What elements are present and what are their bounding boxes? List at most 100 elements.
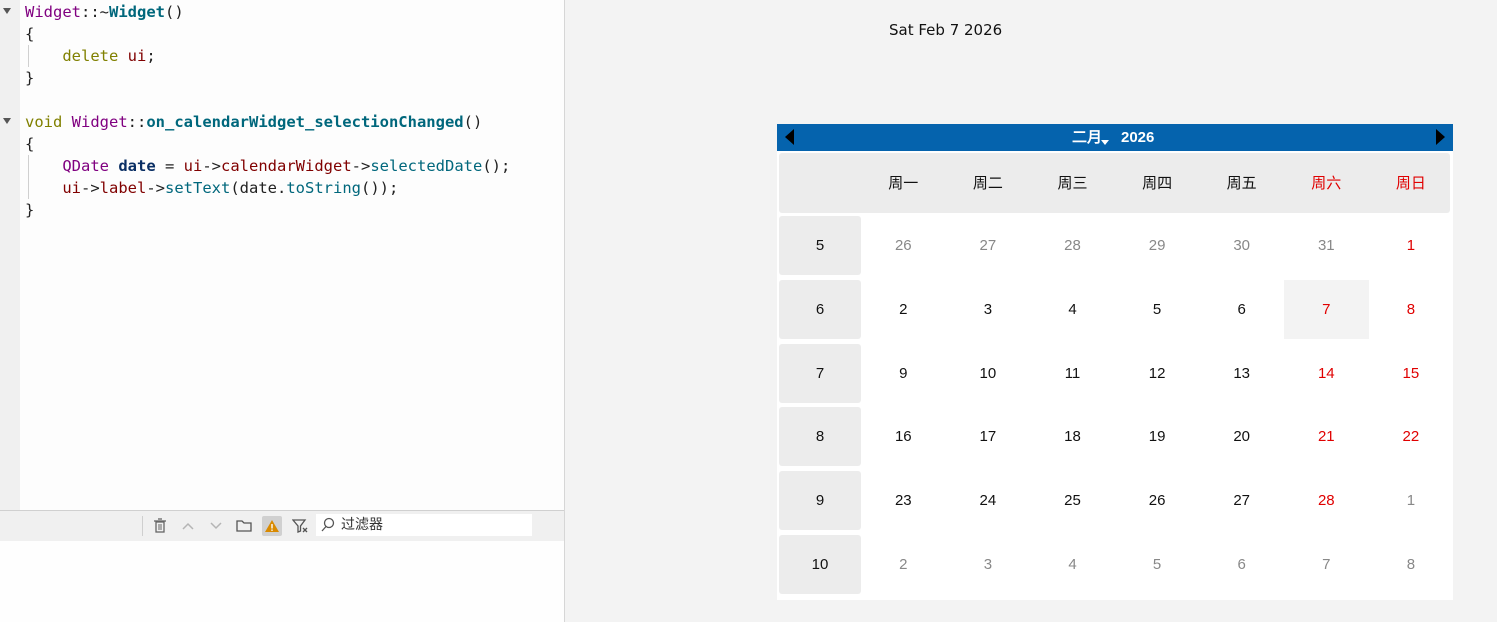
- filter-placeholder: 过滤器: [341, 517, 383, 533]
- calendar-day[interactable]: 17: [946, 407, 1031, 466]
- calendar-day[interactable]: 22: [1369, 407, 1454, 466]
- code-line[interactable]: delete ui;: [25, 45, 510, 67]
- calendar-day[interactable]: 28: [1284, 471, 1369, 530]
- code-token: selectedDate: [370, 157, 483, 175]
- code-line[interactable]: QDate date = ui->calendarWidget->selecte…: [25, 155, 510, 177]
- calendar-day[interactable]: 8: [1369, 535, 1454, 594]
- code-token: ;: [146, 47, 156, 65]
- code-line[interactable]: [25, 89, 510, 111]
- calendar-day[interactable]: 30: [1199, 216, 1284, 275]
- code-token: Widget: [71, 113, 128, 131]
- prev-month-arrow-icon[interactable]: [785, 129, 794, 145]
- arrow-down-icon[interactable]: [206, 516, 226, 536]
- folder-icon[interactable]: [234, 516, 254, 536]
- fold-arrow-icon[interactable]: [3, 8, 11, 14]
- code-text[interactable]: Widget::~Widget(){ delete ui;} void Widg…: [25, 1, 510, 221]
- calendar-day[interactable]: 1: [1369, 471, 1454, 530]
- code-token: (): [165, 3, 184, 21]
- calendar-day[interactable]: 12: [1115, 344, 1200, 403]
- month-selector-button[interactable]: 二月: [1072, 124, 1102, 151]
- fold-arrow-icon[interactable]: [3, 118, 11, 124]
- calendar-day[interactable]: 20: [1199, 407, 1284, 466]
- calendar-day[interactable]: 27: [946, 216, 1031, 275]
- calendar-day[interactable]: 27: [1199, 471, 1284, 530]
- calendar-day[interactable]: 31: [1284, 216, 1369, 275]
- calendar-day[interactable]: 26: [1115, 471, 1200, 530]
- calendar-day[interactable]: 25: [1030, 471, 1115, 530]
- code-token: QDate: [62, 157, 109, 175]
- calendar-day[interactable]: 5: [1115, 280, 1200, 339]
- weekday-header: 周四: [1142, 174, 1173, 192]
- calendar-day[interactable]: 15: [1369, 344, 1454, 403]
- calendar-day-selected[interactable]: 7: [1284, 279, 1369, 339]
- output-pane[interactable]: [0, 541, 564, 622]
- calendar-day[interactable]: 7: [1284, 535, 1369, 594]
- calendar-day[interactable]: 26: [861, 216, 946, 275]
- calendar-day[interactable]: 19: [1115, 407, 1200, 466]
- arrow-up-icon[interactable]: [178, 516, 198, 536]
- calendar-day[interactable]: 14: [1284, 344, 1369, 403]
- trash-icon[interactable]: [150, 516, 170, 536]
- code-token: ui: [127, 47, 147, 65]
- code-token: ();: [482, 157, 511, 175]
- year-selector-button[interactable]: 2026: [1121, 124, 1154, 151]
- code-token: ::: [127, 113, 147, 131]
- code-token: {: [25, 25, 35, 43]
- calendar-day[interactable]: 6: [1199, 280, 1284, 339]
- weekday-header: 周一: [888, 174, 919, 192]
- warning-icon[interactable]: [262, 516, 282, 536]
- code-line[interactable]: Widget::~Widget(): [25, 1, 510, 23]
- calendar-day[interactable]: 6: [1199, 535, 1284, 594]
- code-token: ->: [81, 179, 100, 197]
- calendar-day[interactable]: 5: [1115, 535, 1200, 594]
- calendar-day[interactable]: 29: [1115, 216, 1200, 275]
- code-line[interactable]: }: [25, 67, 510, 89]
- calendar-day[interactable]: 3: [946, 535, 1031, 594]
- editor-gutter: [0, 0, 20, 510]
- calendar-day[interactable]: 2: [861, 280, 946, 339]
- code-line[interactable]: ui->label->setText(date.toString());: [25, 177, 510, 199]
- code-line[interactable]: }: [25, 199, 510, 221]
- calendar-day[interactable]: 21: [1284, 407, 1369, 466]
- calendar-day[interactable]: 3: [946, 280, 1031, 339]
- calendar-day[interactable]: 11: [1030, 344, 1115, 403]
- code-token: on_calendarWidget_selectionChanged: [146, 113, 464, 131]
- calendar-day[interactable]: 23: [861, 471, 946, 530]
- filter-input[interactable]: 过滤器: [316, 514, 532, 536]
- code-line[interactable]: {: [25, 133, 510, 155]
- calendar-day[interactable]: 8: [1369, 280, 1454, 339]
- filter-icon[interactable]: [290, 516, 310, 536]
- code-editor[interactable]: Widget::~Widget(){ delete ui;} void Widg…: [0, 0, 565, 622]
- calendar-day[interactable]: 2: [861, 535, 946, 594]
- calendar-day[interactable]: 1: [1369, 216, 1454, 275]
- code-token: setText: [165, 179, 231, 197]
- weekday-header: 周日: [1395, 174, 1426, 192]
- calendar-day[interactable]: 4: [1030, 280, 1115, 339]
- calendar-navigation-bar: 二月 2026: [777, 124, 1453, 151]
- toolbar-separator: [142, 516, 143, 536]
- code-line[interactable]: {: [25, 23, 510, 45]
- calendar-day[interactable]: 24: [946, 471, 1031, 530]
- code-token: void: [25, 113, 63, 131]
- code-token: calendarWidget: [221, 157, 352, 175]
- next-month-arrow-icon[interactable]: [1436, 129, 1445, 145]
- calendar-day[interactable]: 9: [861, 344, 946, 403]
- calendar-day[interactable]: 13: [1199, 344, 1284, 403]
- calendar-widget[interactable]: 二月 2026 周一 周二 周三 周四 周五 周六 周日 5 26 27 28 29 30 31 1 6 2 3…: [777, 124, 1453, 600]
- month-dropdown-caret-icon[interactable]: [1101, 140, 1109, 145]
- calendar-day[interactable]: 4: [1030, 535, 1115, 594]
- calendar-day[interactable]: 18: [1030, 407, 1115, 466]
- code-token: Widget: [25, 3, 81, 21]
- calendar-day[interactable]: 16: [861, 407, 946, 466]
- code-line[interactable]: void Widget::on_calendarWidget_selection…: [25, 111, 510, 133]
- week-number: 8: [779, 407, 861, 467]
- code-token: ui: [183, 157, 203, 175]
- code-token: }: [25, 69, 35, 87]
- calendar-day[interactable]: 10: [946, 344, 1031, 403]
- calendar-day[interactable]: 28: [1030, 216, 1115, 275]
